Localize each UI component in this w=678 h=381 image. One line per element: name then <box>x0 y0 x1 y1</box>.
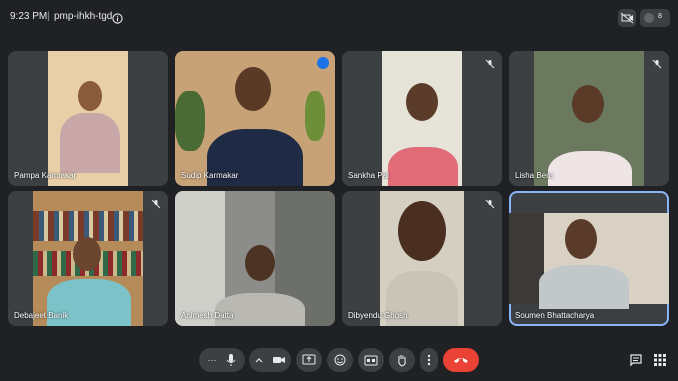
face <box>245 245 275 281</box>
meeting-time: 9:23 PM <box>10 11 48 22</box>
shirt <box>388 147 458 186</box>
present-screen-icon <box>302 354 316 365</box>
video-feed <box>509 213 669 309</box>
mic-control-group[interactable]: ··· <box>199 348 245 372</box>
speaking-indicator-icon <box>317 57 329 69</box>
plant <box>305 91 325 141</box>
face <box>565 219 597 259</box>
muted-mic-icon <box>484 197 496 209</box>
participant-name: Animesh Datta <box>181 311 234 320</box>
plant <box>175 91 205 151</box>
video-feed <box>175 51 335 186</box>
camera-icon[interactable] <box>272 354 286 366</box>
camera-off-indicator-button[interactable] <box>618 9 636 27</box>
video-feed <box>48 51 128 186</box>
shirt <box>215 293 305 326</box>
shirt <box>539 265 629 309</box>
video-feed <box>175 191 335 326</box>
participant-tile[interactable]: Pampa Karmakar <box>8 51 168 186</box>
participant-tile[interactable]: Animesh Datta <box>175 191 335 326</box>
end-call-button[interactable] <box>443 348 479 372</box>
info-icon[interactable] <box>112 11 123 24</box>
face <box>73 237 101 271</box>
video-feed <box>534 51 644 186</box>
more-options-label[interactable]: ··· <box>208 355 217 365</box>
shirt <box>548 151 632 186</box>
participant-tile[interactable]: Sudip Karmakar <box>175 51 335 186</box>
participant-tile[interactable]: Sankha Pal <box>342 51 502 186</box>
participant-tile[interactable]: Dibyendu Ghosh <box>342 191 502 326</box>
activities-grid-icon[interactable] <box>653 353 667 367</box>
captions-button[interactable] <box>358 348 384 372</box>
people-status-button[interactable]: 8 <box>640 9 670 27</box>
face <box>398 201 446 261</box>
face <box>406 83 438 121</box>
face <box>78 81 102 111</box>
captions-icon <box>364 355 378 365</box>
participant-tile[interactable]: Lisha Bera <box>509 51 669 186</box>
separator: | <box>47 11 50 22</box>
participant-tile[interactable]: Debajeet Banik <box>8 191 168 326</box>
participant-name: Sudip Karmakar <box>181 171 239 180</box>
shirt <box>60 113 120 173</box>
video-feed <box>33 191 143 326</box>
participant-tile[interactable]: Soumen Bhattacharya <box>509 191 669 326</box>
present-screen-button[interactable] <box>296 348 322 372</box>
camera-control-group[interactable] <box>249 348 291 372</box>
face <box>235 67 271 111</box>
muted-mic-icon <box>484 57 496 69</box>
video-feed <box>380 191 464 326</box>
muted-mic-icon <box>150 197 162 209</box>
muted-mic-icon <box>651 57 663 69</box>
emoji-icon <box>334 354 346 366</box>
phone-hangup-icon <box>454 358 468 363</box>
people-badge: 8 <box>658 13 662 20</box>
video-feed <box>382 51 462 186</box>
participant-name: Lisha Bera <box>515 171 554 180</box>
control-bar: ··· <box>0 345 678 375</box>
more-options-button[interactable] <box>420 348 438 372</box>
face <box>572 85 604 123</box>
participant-name: Dibyendu Ghosh <box>348 311 408 320</box>
participant-name: Pampa Karmakar <box>14 171 77 180</box>
avatar-icon <box>644 13 654 23</box>
chat-icon[interactable] <box>629 353 643 367</box>
reactions-button[interactable] <box>327 348 353 372</box>
top-bar: 9:23 PM | pmp-ihkh-tgd 8 <box>0 0 678 36</box>
camera-off-icon <box>620 12 634 24</box>
vertical-dots-icon <box>427 354 431 366</box>
hand-icon <box>398 354 406 367</box>
participant-name: Soumen Bhattacharya <box>515 311 595 320</box>
microphone-icon[interactable] <box>225 353 237 367</box>
raise-hand-button[interactable] <box>389 348 415 372</box>
meeting-code: pmp-ihkh-tgd <box>54 11 113 22</box>
participant-name: Debajeet Banik <box>14 311 69 320</box>
chevron-up-icon[interactable] <box>254 355 264 365</box>
participant-name: Sankha Pal <box>348 171 389 180</box>
